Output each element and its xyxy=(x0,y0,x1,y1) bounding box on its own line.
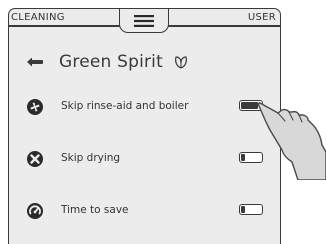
skip-drying-icon xyxy=(27,151,43,167)
leaf-icon xyxy=(175,56,187,69)
option-time-to-save: Time to save xyxy=(27,201,267,221)
option-label: Time to save xyxy=(61,204,129,216)
tab-cleaning[interactable]: CLEANING xyxy=(11,12,65,23)
page-title: Green Spirit xyxy=(59,52,163,72)
hamburger-menu-icon xyxy=(134,14,154,27)
tab-user[interactable]: USER xyxy=(248,12,276,23)
rinse-aid-skip-icon xyxy=(27,99,43,115)
option-skip-rinse-aid: Skip rinse-aid and boiler xyxy=(27,97,267,117)
toggle-fill xyxy=(241,102,258,109)
option-skip-drying: Skip drying xyxy=(27,149,267,169)
option-label: Skip drying xyxy=(61,152,121,164)
menu-button[interactable] xyxy=(119,9,169,33)
toggle-knob xyxy=(241,154,245,161)
pointing-hand-icon xyxy=(258,102,326,180)
toggle-time-to-save[interactable] xyxy=(239,204,263,215)
title-row: Green Spirit xyxy=(27,51,189,73)
time-to-save-icon xyxy=(27,203,43,219)
arrow-left-icon[interactable] xyxy=(27,57,43,67)
device-screen: CLEANING USER Green Spirit Skip rinse-ai… xyxy=(8,8,281,244)
toggle-knob xyxy=(241,206,245,213)
option-label: Skip rinse-aid and boiler xyxy=(61,100,189,112)
